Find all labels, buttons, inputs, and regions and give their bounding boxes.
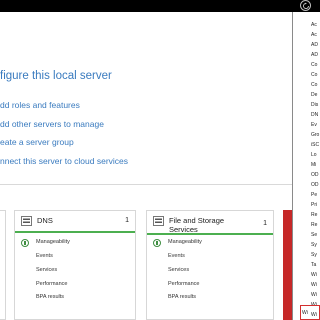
tools-menu-item[interactable]: Sy bbox=[311, 252, 317, 258]
tile-row-services[interactable]: Services bbox=[36, 267, 57, 273]
server-role-icon bbox=[153, 216, 164, 226]
tile-title: File and Storage Services bbox=[169, 216, 225, 234]
tools-menu-item[interactable]: Co bbox=[311, 82, 317, 88]
tools-menu-item[interactable]: Pe bbox=[311, 192, 317, 198]
tools-menu: Ac Ac AD AD Co Co Co De Dis DN Ev Gro iS… bbox=[292, 12, 320, 320]
tools-menu-item[interactable]: DN bbox=[311, 112, 318, 118]
connect-cloud-link[interactable]: nnect this server to cloud services bbox=[0, 156, 128, 166]
tile-header: File and Storage Services 1 bbox=[147, 211, 273, 235]
server-role-icon bbox=[21, 216, 32, 226]
tools-menu-item[interactable]: Se bbox=[311, 232, 317, 238]
tile-header: DNS 1 bbox=[15, 211, 135, 233]
tools-menu-item[interactable]: OD bbox=[311, 182, 319, 188]
manageability-ok-icon bbox=[153, 239, 161, 247]
highlighted-item-label: Wi bbox=[302, 310, 308, 316]
tools-menu-item[interactable]: Gro bbox=[311, 132, 319, 138]
tile-partial[interactable] bbox=[0, 210, 6, 320]
tile-row-bpa-results[interactable]: BPA results bbox=[168, 294, 196, 300]
tools-menu-item[interactable]: Wi bbox=[311, 292, 317, 298]
tile-dns[interactable]: DNS 1 Manageability Events Services Perf… bbox=[14, 210, 136, 320]
tile-title: DNS bbox=[37, 216, 53, 225]
tools-menu-item[interactable]: Dis bbox=[311, 102, 318, 108]
tools-menu-item[interactable]: Co bbox=[311, 62, 317, 68]
tile-row-manageability[interactable]: Manageability bbox=[168, 239, 202, 245]
tile-row-performance[interactable]: Performance bbox=[168, 281, 200, 287]
manageability-ok-icon bbox=[21, 239, 29, 247]
tools-menu-item[interactable]: Ev bbox=[311, 122, 317, 128]
tile-row-services[interactable]: Services bbox=[168, 267, 189, 273]
create-server-group-link[interactable]: eate a server group bbox=[0, 137, 74, 147]
tile-row-bpa-results[interactable]: BPA results bbox=[36, 294, 64, 300]
tools-menu-item[interactable]: Lo bbox=[311, 152, 317, 158]
tools-menu-item[interactable]: Re bbox=[311, 212, 317, 218]
tile-row-events[interactable]: Events bbox=[168, 253, 185, 259]
tools-menu-item[interactable]: Re bbox=[311, 222, 317, 228]
tools-menu-item[interactable]: Co bbox=[311, 72, 317, 78]
refresh-button[interactable] bbox=[300, 0, 311, 11]
tile-alert-edge[interactable] bbox=[283, 210, 292, 320]
tools-menu-item[interactable]: Ac bbox=[311, 32, 317, 38]
divider bbox=[0, 184, 292, 185]
tools-menu-item[interactable]: Wi bbox=[311, 282, 317, 288]
tools-menu-item[interactable]: iSC bbox=[311, 142, 319, 148]
tools-menu-item[interactable]: AD bbox=[311, 52, 318, 58]
tools-menu-item[interactable]: Wi bbox=[311, 272, 317, 278]
tools-menu-item[interactable]: Ac bbox=[311, 22, 317, 28]
tile-row-performance[interactable]: Performance bbox=[36, 281, 68, 287]
tile-row-events[interactable]: Events bbox=[36, 253, 53, 259]
tile-row-manageability[interactable]: Manageability bbox=[36, 239, 70, 245]
welcome-heading: figure this local server bbox=[0, 70, 112, 82]
tools-menu-item[interactable]: Sy bbox=[311, 242, 317, 248]
tile-count: 1 bbox=[125, 217, 129, 224]
add-servers-link[interactable]: dd other servers to manage bbox=[0, 119, 104, 129]
tools-menu-item[interactable]: OD bbox=[311, 172, 319, 178]
tools-menu-item[interactable]: Ta bbox=[311, 262, 316, 268]
refresh-icon bbox=[303, 2, 309, 9]
tools-menu-item-highlighted[interactable]: Wi bbox=[300, 305, 320, 320]
top-bar bbox=[0, 0, 320, 12]
tools-menu-item[interactable]: De bbox=[311, 92, 317, 98]
tools-menu-item[interactable]: Pri bbox=[311, 202, 317, 208]
tools-menu-item[interactable]: AD bbox=[311, 42, 318, 48]
tile-count: 1 bbox=[263, 220, 267, 227]
tile-file-storage[interactable]: File and Storage Services 1 Manageabilit… bbox=[146, 210, 274, 320]
tools-menu-item[interactable]: Mi bbox=[311, 162, 316, 168]
add-roles-link[interactable]: dd roles and features bbox=[0, 100, 80, 110]
